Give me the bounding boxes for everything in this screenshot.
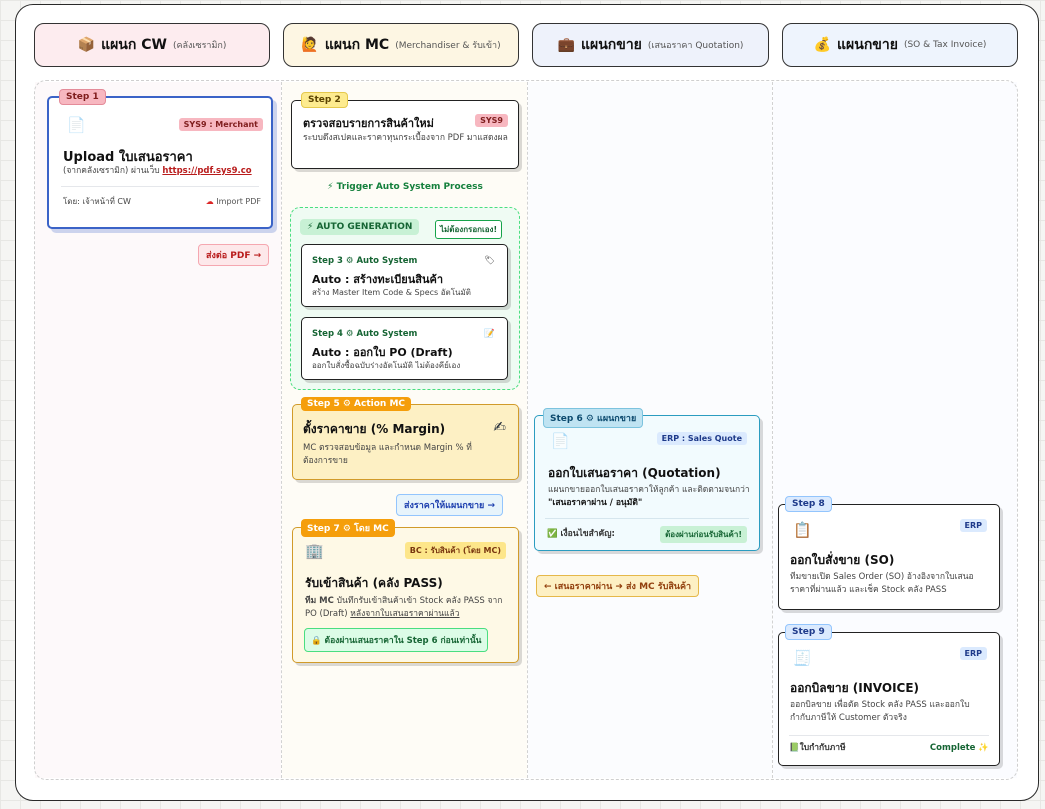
complete-status: Complete ✨	[929, 743, 989, 753]
auto-generation-label: ⚡ AUTO GENERATION	[300, 219, 420, 235]
step8-system-badge: ERP	[959, 519, 987, 532]
column-title: แผนก CW	[101, 37, 167, 53]
lane-divider	[772, 82, 773, 778]
briefcase-icon: 💼	[557, 37, 575, 53]
step6-card[interactable]: 📄 ERP : Sales Quote ออกใบเสนอราคา (Quota…	[534, 415, 760, 551]
step2-system-badge: SYS9	[475, 114, 508, 127]
step5-desc: MC ตรวจสอบข้อมูล และกำหนด Margin % ที่ต้…	[303, 443, 472, 466]
no-manual-entry-badge: ไม่ต้องกรอกเอง!	[435, 220, 503, 239]
step1-card[interactable]: 📄 SYS9 : Merchant Upload ใบเสนอราคา (จาก…	[47, 96, 273, 229]
step2-title: ตรวจสอบรายการสินค้าใหม่	[303, 117, 434, 130]
column-title: แผนกขาย	[580, 37, 642, 53]
step6-divider	[545, 518, 749, 519]
quotation-approved-arrow: ← เสนอราคาผ่าน ➜ ส่ง MC รับสินค้า	[536, 575, 700, 597]
box-icon: 📦	[77, 37, 96, 53]
step1-tag: Step 1	[59, 89, 106, 105]
step5-tag: Step 5 ⚙ Action MC	[301, 397, 412, 411]
step7-system-badge: BC : รับสินค้า (โดย MC)	[404, 542, 506, 559]
step7-tag: Step 7 ⚙ โดย MC	[301, 519, 395, 537]
memo-icon: 📝	[484, 329, 495, 339]
step1-title: Upload ใบเสนอราคา	[63, 150, 193, 165]
step1-desc: (จากคลังเซรามิก) ผ่านเว็บ https://pdf.sy…	[63, 166, 252, 176]
step9-tag: Step 9	[785, 624, 832, 640]
step6-desc: แผนกขายออกใบเสนอราคาให้ลูกค้า และติดตามจ…	[548, 485, 750, 508]
step6-tag: Step 6 ⚙ แผนกขาย	[543, 408, 644, 428]
step7-card[interactable]: 🏢 BC : รับสินค้า (โดย MC) รับเข้าสินค้า …	[292, 527, 519, 663]
step4-card[interactable]: Step 4 ⚙ Auto System 📝 Auto : ออกใบ PO (…	[301, 317, 508, 380]
step2-desc: ระบบดึงสเปคและราคาทุนกระเบื้องจาก PDF มา…	[303, 133, 508, 143]
step1-import[interactable]: ☁ Import PDF	[206, 195, 261, 208]
step6-title: ออกใบเสนอราคา (Quotation)	[548, 466, 721, 480]
step3-card[interactable]: Step 3 ⚙ Auto System 🏷 Auto : สร้างทะเบี…	[301, 244, 508, 307]
lane-divider	[527, 82, 528, 778]
column-subtitle: (SO & Tax Invoice)	[903, 40, 987, 50]
step6-system-badge: ERP : Sales Quote	[656, 432, 747, 445]
column-header-mc: 🙋 แผนก MC (Merchandiser & รับเข้า)	[283, 23, 519, 67]
step1-system-badge: SYS9 : Merchant	[178, 118, 263, 131]
step1-divider	[61, 186, 259, 187]
step5-card[interactable]: ตั้งราคาขาย (% Margin) ✍ MC ตรวจสอบข้อมู…	[292, 404, 519, 480]
step8-tag: Step 8	[785, 496, 832, 512]
step7-title: รับเข้าสินค้า (คลัง PASS)	[305, 576, 443, 590]
step2-card[interactable]: ตรวจสอบรายการสินค้าใหม่ SYS9 ระบบดึงสเปค…	[291, 100, 519, 169]
step6-condition-label: ✅ เงื่อนไขสำคัญ:	[547, 529, 615, 539]
step9-title: ออกบิลขาย (INVOICE)	[790, 681, 920, 695]
send-price-to-sales-arrow: ส่งราคาให้แผนกขาย →	[396, 494, 504, 516]
column-header-cw: 📦 แผนก CW (คลังเซรามิก)	[34, 23, 270, 67]
column-header-invoice: 💰 แผนกขาย (SO & Tax Invoice)	[782, 23, 1018, 67]
step9-system-badge: ERP	[959, 647, 987, 660]
column-title: แผนกขาย	[837, 37, 898, 53]
pdf-upload-link[interactable]: https://pdf.sys9.co	[162, 166, 251, 176]
step4-desc: ออกใบสั่งซื้อฉบับร่างอัตโนมัติ ไม่ต้องคี…	[312, 361, 461, 370]
column-subtitle: (Merchandiser & รับเข้า)	[395, 41, 501, 51]
trigger-label: ⚡ Trigger Auto System Process	[327, 182, 483, 192]
step8-desc: ทีมขายเปิด Sales Order (SO) อ้างอิงจากใบ…	[790, 572, 974, 595]
money-bag-icon: 💰	[813, 37, 832, 53]
step7-prerequisite-note: 🔒 ต้องผ่านเสนอราคาใน Step 6 ก่อนเท่านั้น	[304, 628, 489, 652]
send-pdf-arrow: ส่งต่อ PDF →	[198, 244, 270, 266]
lane-divider	[281, 82, 282, 778]
step4-tag: Step 4 ⚙ Auto System	[312, 329, 418, 339]
document-icon: 📄	[551, 432, 570, 450]
step1-owner: โดย: เจ้าหน้าที่ CW	[63, 197, 131, 206]
step9-card[interactable]: 🧾 ERP ออกบิลขาย (INVOICE) ออกบิลขาย เพื่…	[778, 632, 1000, 766]
step5-title: ตั้งราคาขาย (% Margin)	[303, 422, 446, 436]
step6-condition-badge: ต้องผ่านก่อนรับสินค้า!	[660, 526, 747, 543]
column-title: แผนก MC	[324, 37, 390, 53]
step7-desc: ทีม MC บันทึกรับเข้าสินค้าเข้า Stock คลั…	[305, 596, 503, 619]
step8-card[interactable]: 📋 ERP ออกใบสั่งขาย (SO) ทีมขายเปิด Sales…	[778, 504, 1000, 610]
step3-desc: สร้าง Master Item Code & Specs อัตโนมัติ	[312, 288, 471, 297]
tag-icon: 🏷	[484, 256, 495, 266]
step3-tag: Step 3 ⚙ Auto System	[312, 256, 418, 266]
column-subtitle: (คลังเซรามิก)	[172, 41, 227, 51]
building-icon: 🏢	[305, 542, 324, 560]
step2-tag: Step 2	[301, 92, 348, 108]
step9-divider	[789, 735, 989, 736]
person-icon: 🙋	[301, 37, 319, 53]
step8-title: ออกใบสั่งขาย (SO)	[790, 553, 895, 567]
cloud-upload-icon: ☁	[205, 197, 214, 206]
clipboard-icon: 📋	[793, 521, 812, 539]
step9-desc: ออกบิลขาย เพื่อตัด Stock คลัง PASS และออ…	[790, 700, 970, 723]
column-header-sales: 💼 แผนกขาย (เสนอราคา Quotation)	[532, 23, 769, 67]
tax-invoice-label: 📗ใบกำกับภาษี	[789, 743, 846, 753]
column-subtitle: (เสนอราคา Quotation)	[647, 41, 744, 51]
document-icon: 📄	[67, 116, 86, 134]
writing-hand-icon: ✍	[493, 418, 506, 436]
receipt-icon: 🧾	[793, 649, 812, 667]
